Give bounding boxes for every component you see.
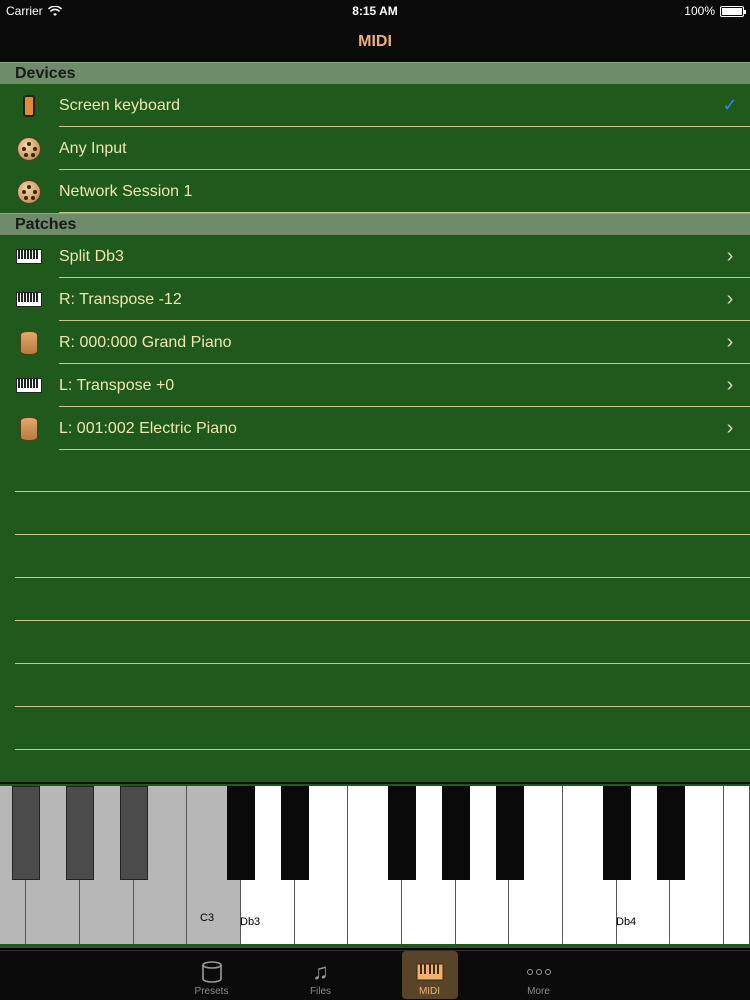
cylinder-icon: [14, 415, 44, 443]
tab-presets[interactable]: Presets: [184, 951, 240, 999]
tab-files[interactable]: ♫ Files: [293, 951, 349, 999]
cylinder-icon: [14, 329, 44, 357]
battery-icon: [720, 5, 746, 17]
row-label: Any Input: [59, 139, 127, 157]
piano-icon: [416, 958, 444, 986]
patch-row-r-grand-piano[interactable]: R: 000:000 Grand Piano ›: [0, 321, 750, 364]
black-key[interactable]: [388, 786, 416, 880]
section-header-devices: Devices: [0, 62, 750, 84]
row-label: R: Transpose -12: [59, 290, 182, 308]
status-time: 8:15 AM: [352, 4, 398, 18]
midi-port-icon: [14, 135, 44, 163]
chevron-right-icon: ›: [726, 288, 734, 310]
divider: [15, 749, 750, 750]
row-label: Screen keyboard: [59, 96, 180, 114]
key-label: C3: [200, 912, 215, 924]
midi-table[interactable]: Devices Screen keyboard ✓ Any Input Netw…: [0, 62, 750, 782]
device-row-screen-keyboard[interactable]: Screen keyboard ✓: [0, 84, 750, 127]
checkmark-icon: ✓: [722, 95, 738, 115]
music-note-icon: ♫: [312, 959, 329, 984]
device-row-any-input[interactable]: Any Input: [0, 127, 750, 170]
divider: [15, 491, 750, 492]
tab-midi[interactable]: MIDI: [401, 951, 458, 999]
status-left: Carrier: [6, 4, 266, 18]
black-key[interactable]: [12, 786, 40, 880]
black-key[interactable]: [657, 786, 685, 880]
presets-icon: [199, 958, 225, 986]
row-label: Network Session 1: [59, 182, 193, 200]
white-key[interactable]: [724, 786, 750, 944]
tab-more[interactable]: More: [511, 951, 567, 999]
black-key[interactable]: [496, 786, 524, 880]
key-label: Db4: [616, 916, 637, 928]
chevron-right-icon: ›: [726, 374, 734, 396]
carrier-label: Carrier: [6, 4, 43, 18]
tab-label: Files: [309, 986, 332, 997]
chevron-right-icon: ›: [726, 331, 734, 353]
divider: [15, 706, 750, 707]
patch-row-split[interactable]: Split Db3 ›: [0, 235, 750, 278]
divider: [15, 577, 750, 578]
phone-icon: [14, 92, 44, 120]
tab-label: Presets: [194, 986, 229, 997]
row-label: L: Transpose +0: [59, 376, 175, 394]
tab-label: MIDI: [418, 986, 441, 997]
keyboard-icon: [14, 372, 44, 400]
device-row-network-session[interactable]: Network Session 1: [0, 170, 750, 213]
status-bar: Carrier 8:15 AM 100%: [0, 0, 750, 22]
page-title: MIDI: [358, 33, 392, 50]
black-key[interactable]: [442, 786, 470, 880]
black-key[interactable]: [281, 786, 309, 880]
row-label: L: 001:002 Electric Piano: [59, 419, 237, 437]
patch-row-r-transpose[interactable]: R: Transpose -12 ›: [0, 278, 750, 321]
row-label: Split Db3: [59, 247, 124, 265]
screen-keyboard[interactable]: C3 Db3 Db4: [0, 782, 750, 948]
divider: [15, 663, 750, 664]
section-header-patches: Patches: [0, 213, 750, 235]
nav-bar: MIDI: [0, 22, 750, 62]
chevron-right-icon: ›: [726, 245, 734, 267]
wifi-icon: [47, 5, 62, 16]
status-right: 100%: [484, 4, 746, 18]
midi-port-icon: [14, 178, 44, 206]
divider: [15, 620, 750, 621]
row-label: R: 000:000 Grand Piano: [59, 333, 232, 351]
keyboard-icon: [14, 286, 44, 314]
chevron-right-icon: ›: [726, 417, 734, 439]
black-key[interactable]: [66, 786, 94, 880]
more-icon: [526, 958, 552, 986]
keyboard-icon: [14, 243, 44, 271]
patch-row-l-electric-piano[interactable]: L: 001:002 Electric Piano ›: [0, 407, 750, 450]
key-label: Db3: [240, 916, 261, 928]
battery-percent: 100%: [684, 4, 715, 18]
tab-bar: Presets ♫ Files MIDI More: [0, 950, 750, 1000]
divider: [15, 534, 750, 535]
black-key[interactable]: [120, 786, 148, 880]
black-key-db4[interactable]: [603, 786, 631, 880]
black-key-db3[interactable]: [227, 786, 255, 880]
tab-label: More: [527, 986, 550, 997]
patch-row-l-transpose[interactable]: L: Transpose +0 ›: [0, 364, 750, 407]
